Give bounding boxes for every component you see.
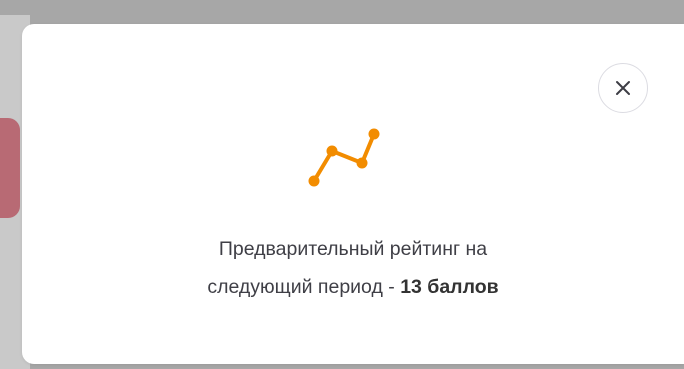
background-accent	[0, 118, 20, 218]
trend-line-icon	[308, 128, 380, 187]
rating-modal: Предварительный рейтинг на следующий пер…	[22, 24, 684, 364]
message-line-1: Предварительный рейтинг на	[218, 238, 488, 260]
close-button[interactable]	[598, 63, 648, 113]
message-line-2-prefix: следующий период -	[207, 276, 401, 298]
rating-message: Предварительный рейтинг на следующий пер…	[82, 230, 624, 306]
close-icon	[616, 81, 630, 95]
rating-value: 13 баллов	[400, 276, 499, 298]
message-line-2: следующий период - 13 баллов	[82, 268, 624, 306]
